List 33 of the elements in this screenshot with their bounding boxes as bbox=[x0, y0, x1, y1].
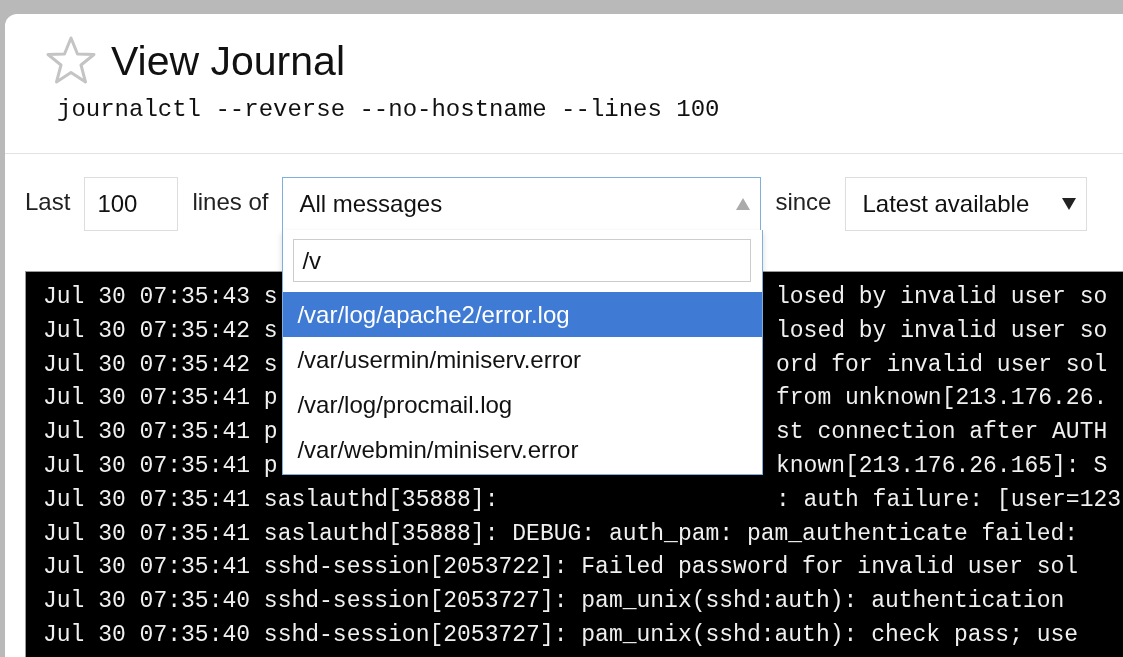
log-line: from unknown[213.176.26. bbox=[776, 384, 1108, 414]
search-field[interactable]: /v bbox=[293, 239, 752, 282]
caret-icon bbox=[1062, 198, 1077, 210]
log-line: Jul 30 07:35:41 sshd-session[2053722]: Failed password for invalid user sol bbox=[43, 553, 1079, 583]
log-line: Jul 30 07:35:40 sshd-session[2053727]: pam_unix(sshd:auth): authentication bbox=[43, 587, 1065, 617]
since-label: since bbox=[775, 188, 832, 216]
lines-count-field[interactable]: 100 bbox=[84, 177, 179, 231]
log-line: losed by invalid user so bbox=[776, 316, 1108, 346]
log-line: Jul 30 07:35:42 s bbox=[43, 350, 278, 380]
log-line: losed by invalid user so bbox=[776, 283, 1108, 312]
star-icon[interactable] bbox=[45, 36, 97, 86]
log-line: st connection after AUTH bbox=[776, 418, 1108, 448]
log-line: Jul 30 07:35:40 sshd-session[2053727]: pam_unix(sshd:auth): check pass; use bbox=[43, 620, 1079, 650]
log-line: Jul 30 07:35:41 saslauthd[35888]: DEBUG: auth_pam: pam_authenticate failed: bbox=[43, 519, 1079, 549]
dropdown-option[interactable]: /var/webmin/miniserv.error bbox=[283, 427, 763, 472]
dropdown-option[interactable]: /var/log/procmail.log bbox=[283, 382, 763, 427]
dropdown-option[interactable]: /var/usermin/miniserv.error bbox=[283, 337, 763, 382]
since-select[interactable]: Latest available bbox=[845, 177, 1088, 231]
log-line: : auth failure: [user=123 bbox=[776, 485, 1122, 515]
log-line: Jul 30 07:35:41 saslauthd[35888]: bbox=[43, 485, 499, 515]
log-line: known[213.176.26.165]: S bbox=[776, 452, 1108, 481]
log-line: Jul 30 07:35:41 p bbox=[43, 384, 278, 414]
command-text: journalctl --reverse --no-hostname --lines 100 bbox=[57, 96, 721, 123]
log-line: ord for invalid user sol bbox=[776, 350, 1108, 380]
dropdown-option[interactable]: /var/log/apache2/error.log bbox=[283, 292, 763, 337]
last-label: Last bbox=[25, 188, 71, 216]
log-line: Jul 30 07:35:42 s bbox=[43, 316, 278, 346]
log-line: Jul 30 07:35:41 p bbox=[43, 418, 278, 448]
log-line: Jul 30 07:35:43 s bbox=[43, 283, 278, 312]
lines-of-label: lines of bbox=[192, 188, 269, 216]
log-line: Jul 30 07:35:41 p bbox=[43, 452, 278, 481]
caret-icon bbox=[736, 198, 751, 210]
page-title: View Journal bbox=[111, 37, 345, 85]
